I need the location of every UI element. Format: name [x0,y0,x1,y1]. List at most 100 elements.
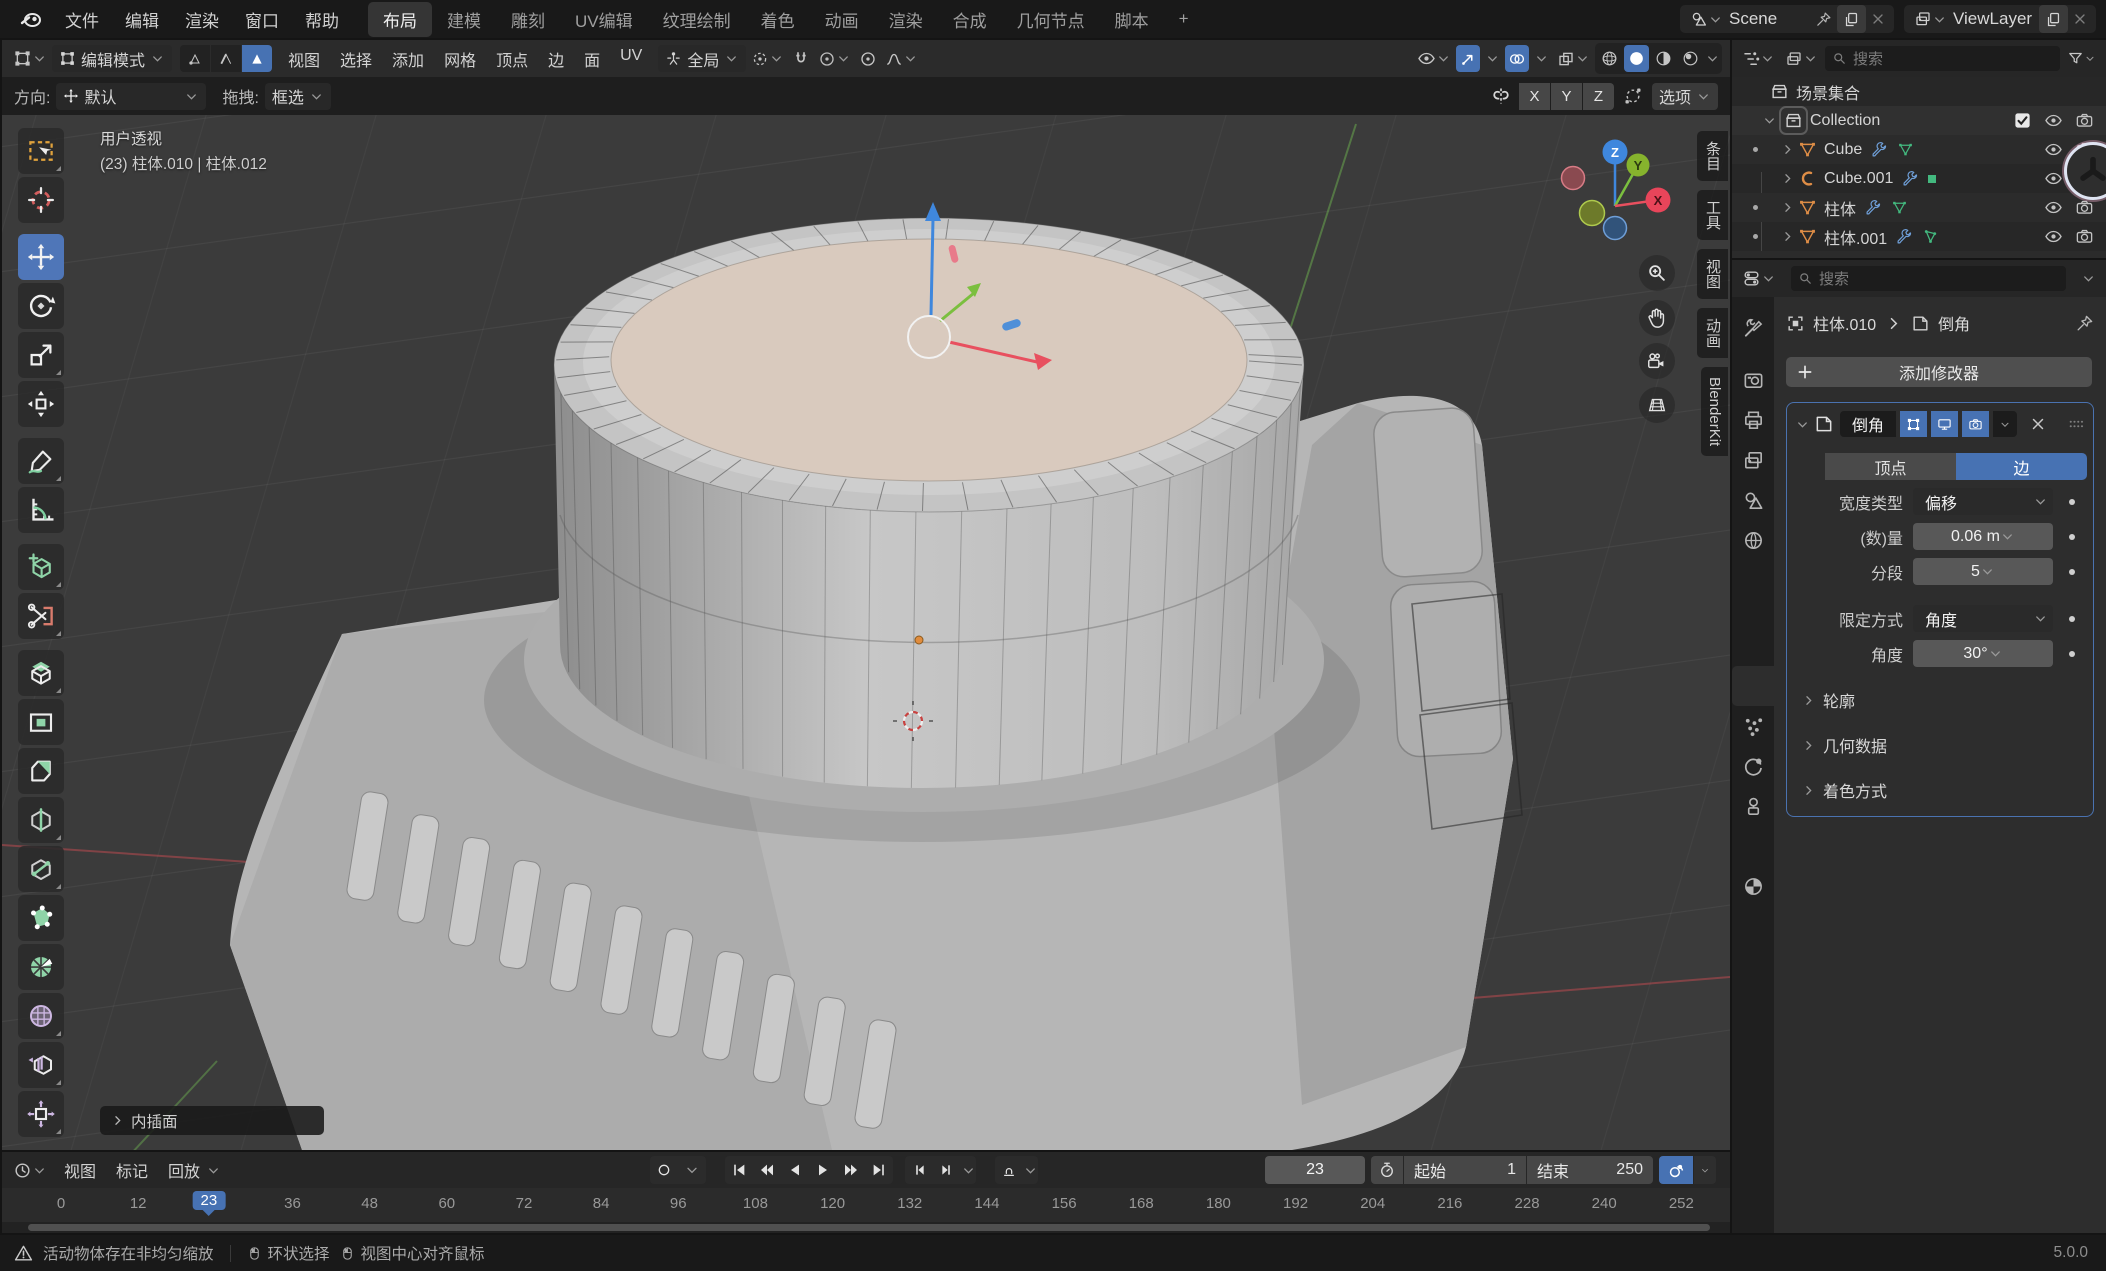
gizmos-toggle-button[interactable] [1456,45,1480,72]
outliner-row-collection[interactable]: Collection [1732,106,2106,135]
render-tab[interactable] [1732,360,1774,400]
prev-keyframe-button[interactable] [753,1156,781,1184]
drag-selector[interactable]: 框选 [264,82,331,110]
next-keyframe-button[interactable] [837,1156,865,1184]
property-field[interactable]: 角度 [1913,605,2053,632]
transform-tool[interactable] [18,381,64,427]
workspace-tab[interactable]: 着色 [746,2,810,37]
workspace-tab[interactable]: 脚本 [1100,2,1164,37]
workspace-tab[interactable]: 建模 [432,2,496,37]
object-tab[interactable] [1732,626,1774,666]
workspace-tab[interactable]: 动画 [810,2,874,37]
properties-search[interactable]: 搜索 [1791,266,2066,291]
menu-item[interactable]: 窗口 [232,3,292,36]
playback-sync-button[interactable] [1659,1156,1693,1184]
timeline-scrollbar[interactable] [2,1222,1730,1233]
outliner-row-scene-collection[interactable]: 场景集合 [1732,77,2106,106]
sidebar-tab[interactable]: 动画 [1697,308,1728,358]
affect-tab[interactable]: 顶点 [1825,453,1956,480]
end-frame-field[interactable]: 结束 250 [1527,1156,1653,1184]
menu-item[interactable]: 视图 [54,1155,106,1185]
edge-select-button[interactable] [211,45,242,72]
modifier-extras-button[interactable] [1993,411,2018,437]
shading-settings-icon[interactable] [1705,51,1720,66]
property-field[interactable]: 0.06 m [1913,523,2053,550]
drag-handle-icon[interactable] [2067,415,2085,433]
direction-selector[interactable]: 默认 [56,82,207,110]
mirror-axis-button[interactable]: Y [1550,82,1582,110]
workspace-tab[interactable]: 渲染 [874,2,938,37]
scene-browse-icon[interactable] [1684,5,1729,33]
mirror-axis-button[interactable]: X [1518,82,1550,110]
property-field[interactable]: 偏移 [1913,488,2053,515]
property-field[interactable]: 30° [1913,640,2053,667]
gizmo-z-arrow[interactable] [929,218,935,316]
overlays-toggle-button[interactable] [1505,45,1529,72]
breadcrumb-modifier[interactable]: 倒角 [1938,311,1970,335]
record-button[interactable] [650,1156,678,1184]
options-dropdown[interactable]: 选项 [1651,82,1718,110]
zoom-button[interactable] [1639,255,1675,291]
edge-slide-tool[interactable] [18,1042,64,1088]
scene-copy-button[interactable] [1837,5,1866,33]
menu-item[interactable]: 文件 [52,3,112,36]
scene-name[interactable]: Scene [1729,9,1815,29]
start-frame-field[interactable]: 起始 1 [1404,1156,1526,1184]
menu-item[interactable]: 编辑 [112,3,172,36]
scene-unlink-icon[interactable] [1870,11,1886,27]
step-forward-button[interactable] [933,1156,961,1184]
physics-tab[interactable] [1732,746,1774,786]
scale-tool[interactable] [18,332,64,378]
menu-item[interactable]: 面 [574,44,610,74]
add-cube-tool[interactable] [18,544,64,590]
modifier-wrench-icon[interactable] [1865,199,1882,216]
axis-neg-x-ball[interactable] [1560,165,1586,191]
property-field[interactable]: 5 [1913,558,2053,585]
workspace-tab[interactable]: 合成 [938,2,1002,37]
modifier-name-field[interactable]: 倒角 [1840,411,1897,437]
shrink-fatten-tool[interactable] [18,1091,64,1137]
editor-type-button[interactable] [1739,45,1778,72]
animate-dot[interactable] [2069,568,2075,575]
sidebar-tab[interactable]: 条目 [1697,131,1728,181]
collapsed-section[interactable]: 着色方式 [1801,778,2085,802]
camera-icon[interactable] [2075,111,2094,130]
operator-panel[interactable]: 内插面 [100,1106,324,1135]
filter-button[interactable] [2064,45,2099,72]
snap-toggle-button[interactable] [789,45,813,72]
step-back-button[interactable] [905,1156,933,1184]
viewlayer-selector[interactable]: ViewLayer [1904,5,2096,33]
sidebar-tab[interactable]: BlenderKit [1701,367,1728,457]
rotate-tool[interactable] [18,283,64,329]
camera-icon[interactable] [2075,198,2094,217]
rip-region-tool[interactable] [18,593,64,639]
smooth-tool[interactable] [18,993,64,1039]
sidebar-tab[interactable]: 工具 [1697,190,1728,240]
collection-tab[interactable] [1732,573,1774,613]
expand-icon[interactable] [1795,417,1810,432]
snap-base-button[interactable] [1620,83,1646,110]
outliner-row-partial[interactable] [1732,251,2106,258]
pan-button[interactable] [1639,300,1675,336]
properties-options-button[interactable] [2078,265,2099,292]
knife-tool[interactable] [18,846,64,892]
outliner-row-zhuti[interactable]: 柱体 [1732,193,2106,222]
wireframe-shading-button[interactable] [1597,45,1622,72]
editor-type-button[interactable] [10,45,50,72]
viewlayer-browse-icon[interactable] [1908,5,1953,33]
material-tab[interactable] [1732,866,1774,906]
editmode-display-toggle[interactable] [1900,411,1928,437]
eye-icon[interactable] [2044,198,2063,217]
pivot-point-button[interactable] [748,45,787,72]
bevel-tool[interactable] [18,748,64,794]
menu-item[interactable]: 选择 [330,44,382,74]
xray-toggle-button[interactable] [1554,45,1593,72]
breadcrumb-object[interactable]: 柱体.010 [1813,311,1876,335]
eye-icon[interactable] [2044,111,2063,130]
lock-settings-icon[interactable] [1023,1163,1038,1178]
menu-item[interactable]: UV [610,44,652,74]
playback-sync-settings[interactable] [1694,1156,1716,1184]
workspace-tab[interactable]: 几何节点 [1002,2,1100,37]
menu-item[interactable]: 边 [538,44,574,74]
outliner-row-cube[interactable]: Cube [1732,135,2106,164]
